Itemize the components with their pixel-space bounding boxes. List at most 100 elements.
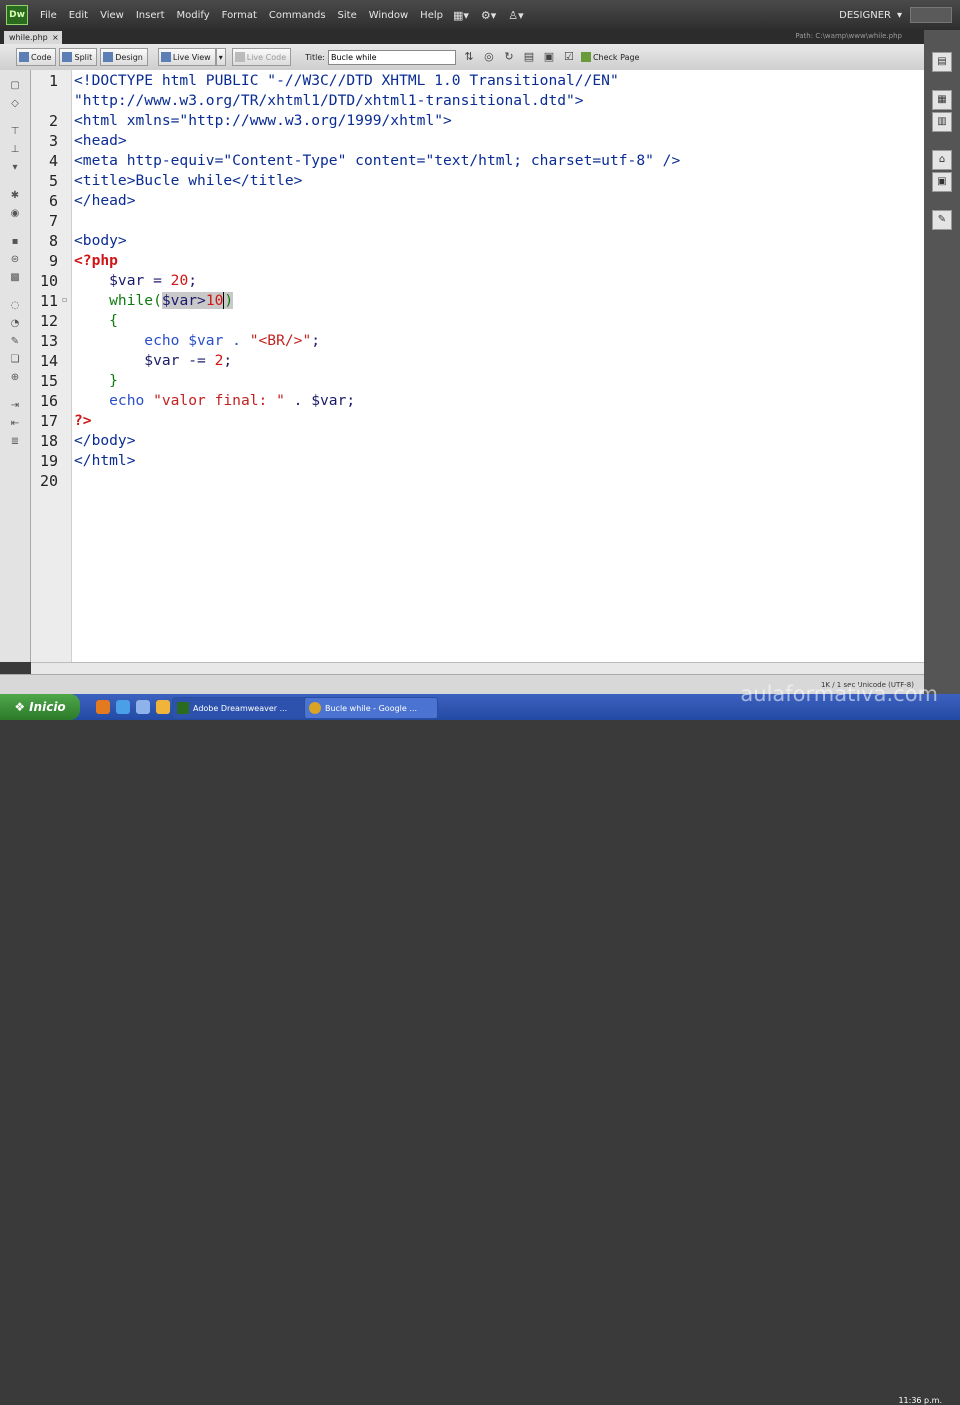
menu-commands[interactable]: Commands — [267, 10, 328, 21]
code-token: ; — [311, 332, 321, 349]
live-view-button[interactable]: Live View — [157, 48, 216, 66]
show-code-navigator-icon[interactable]: ◇ — [9, 98, 21, 110]
code-token: while( — [74, 292, 162, 309]
snippets-panel-icon[interactable]: ✎ — [932, 210, 952, 230]
preview-icon[interactable]: ◎ — [482, 50, 496, 64]
assets-panel-icon[interactable]: ▣ — [932, 172, 952, 192]
gear-icon[interactable]: ⚙▾ — [481, 9, 496, 22]
media-player-icon[interactable] — [156, 700, 170, 714]
code-line: while($var>10) — [74, 291, 234, 311]
collapse-selection-icon[interactable]: ⊥ — [9, 144, 21, 156]
live-code-button[interactable]: Live Code — [231, 48, 292, 66]
menu-edit[interactable]: Edit — [67, 10, 90, 21]
code-line: <meta http-equiv="Content-Type" content=… — [74, 151, 680, 171]
code-view-button[interactable]: Code — [16, 48, 57, 66]
search-input[interactable] — [910, 7, 952, 23]
menu-window[interactable]: Window — [367, 10, 410, 21]
start-button[interactable]: ❖ Inicio — [0, 694, 80, 720]
select-parent-tag-icon[interactable]: ✱ — [9, 190, 21, 202]
firefox-icon[interactable] — [96, 700, 110, 714]
task-dreamweaver[interactable]: Adobe Dreamweaver ... — [172, 697, 314, 719]
clock: 11:36 p.m. — [898, 1396, 942, 1405]
internet-explorer-icon[interactable] — [116, 700, 130, 714]
visual-aids-icon[interactable]: ▣ — [542, 50, 556, 64]
design-view-label: Design — [115, 52, 143, 62]
code-icon — [19, 52, 29, 62]
line-number: 3 — [48, 132, 58, 150]
split-icon — [62, 52, 73, 62]
file-management-icon[interactable]: ⇅ — [462, 50, 476, 64]
recent-snippets-icon[interactable]: ❏ — [9, 354, 21, 366]
validate-icon[interactable]: ☑ — [562, 50, 576, 64]
files-panel-icon[interactable]: ⌂ — [932, 150, 952, 170]
site-manager-icon[interactable]: ♙▾ — [508, 9, 523, 22]
show-desktop-icon[interactable] — [136, 700, 150, 714]
chevron-down-icon: ▾ — [896, 9, 902, 21]
code-token-selected: ) — [223, 292, 234, 309]
menu-help[interactable]: Help — [418, 10, 445, 21]
expand-all-icon[interactable]: ▾ — [9, 162, 21, 174]
menu-format[interactable]: Format — [220, 10, 259, 21]
code-token: </body> — [74, 432, 136, 449]
coding-toolbar: ▢ ◇ ⊤ ⊥ ▾ ✱ ◉ ▪ ⊜ ▩ ◌ ◔ ✎ ❏ ⊕ ⇥ ⇤ ≣ — [0, 70, 31, 662]
menu-view[interactable]: View — [98, 10, 126, 21]
remove-comment-icon[interactable]: ◔ — [9, 318, 21, 330]
line-number: 11 — [39, 292, 58, 310]
document-tab[interactable]: while.php × — [4, 31, 62, 44]
live-view-dropdown[interactable]: ▾ — [215, 48, 226, 66]
indent-code-icon[interactable]: ⇥ — [9, 400, 21, 412]
layout-icon[interactable]: ▦▾ — [453, 9, 469, 22]
code-token: "valor final: " — [153, 392, 285, 409]
insert-panel-icon[interactable]: ▤ — [932, 52, 952, 72]
menu-modify[interactable]: Modify — [175, 10, 212, 21]
code-line: <html xmlns="http://www.w3.org/1999/xhtm… — [74, 111, 452, 131]
line-number: 16 — [39, 392, 58, 410]
fold-marker-icon[interactable]: ▫ — [62, 295, 67, 304]
ap-elements-icon[interactable]: ▥ — [932, 112, 952, 132]
refresh-icon[interactable]: ↻ — [502, 50, 516, 64]
line-number: 8 — [48, 232, 58, 250]
wrap-tag-icon[interactable]: ✎ — [9, 336, 21, 348]
code-line: <!DOCTYPE html PUBLIC "-//W3C//DTD XHTML… — [74, 71, 619, 91]
code-token: ?> — [74, 412, 92, 429]
line-number: 9 — [48, 252, 58, 270]
line-numbers-icon[interactable]: ▪ — [9, 236, 21, 248]
menu-site[interactable]: Site — [336, 10, 359, 21]
outdent-code-icon[interactable]: ⇤ — [9, 418, 21, 430]
line-number: 6 — [48, 192, 58, 210]
title-input[interactable] — [327, 49, 456, 65]
design-view-button[interactable]: Design — [100, 48, 148, 66]
document-toolbar: Code Split Design Live View ▾ Live Code … — [0, 44, 924, 71]
split-view-button[interactable]: Split — [59, 48, 98, 66]
move-css-icon[interactable]: ⊕ — [9, 372, 21, 384]
balance-braces-icon[interactable]: ◉ — [9, 208, 21, 220]
code-line: { — [74, 311, 118, 331]
code-token: 20 — [170, 272, 189, 289]
syntax-error-icon[interactable]: ▩ — [9, 272, 21, 284]
code-editor[interactable]: <!DOCTYPE html PUBLIC "-//W3C//DTD XHTML… — [72, 70, 924, 662]
open-documents-icon[interactable]: ▢ — [9, 80, 21, 92]
view-options-icon[interactable]: ▤ — [522, 50, 536, 64]
workspace-switcher[interactable]: DESIGNER ▾ — [839, 7, 902, 23]
code-token: $var -= — [74, 352, 215, 369]
apply-comment-icon[interactable]: ◌ — [9, 300, 21, 312]
code-token-selected: 10 — [205, 292, 224, 309]
menu-file[interactable]: File — [38, 10, 59, 21]
code-token-selected: $var> — [161, 292, 206, 309]
highlight-invalid-code-icon[interactable]: ⊜ — [9, 254, 21, 266]
line-number: 19 — [39, 452, 58, 470]
format-source-icon[interactable]: ≣ — [9, 436, 21, 448]
code-token: <?php — [74, 252, 118, 269]
close-icon[interactable]: × — [52, 31, 59, 44]
design-icon — [103, 52, 114, 62]
code-token: { — [74, 312, 118, 329]
task-chrome[interactable]: Bucle while - Google ... — [304, 697, 438, 719]
menu-insert[interactable]: Insert — [134, 10, 167, 21]
task-label: Bucle while - Google ... — [325, 703, 417, 713]
code-line: <title>Bucle while</title> — [74, 171, 302, 191]
check-page-button[interactable]: Check Page — [579, 49, 644, 65]
code-token: </html> — [74, 452, 136, 469]
collapse-tag-icon[interactable]: ⊤ — [9, 126, 21, 138]
code-token: "http://www.w3.org/TR/xhtml1/DTD/xhtml1-… — [74, 92, 584, 109]
css-styles-icon[interactable]: ▦ — [932, 90, 952, 110]
